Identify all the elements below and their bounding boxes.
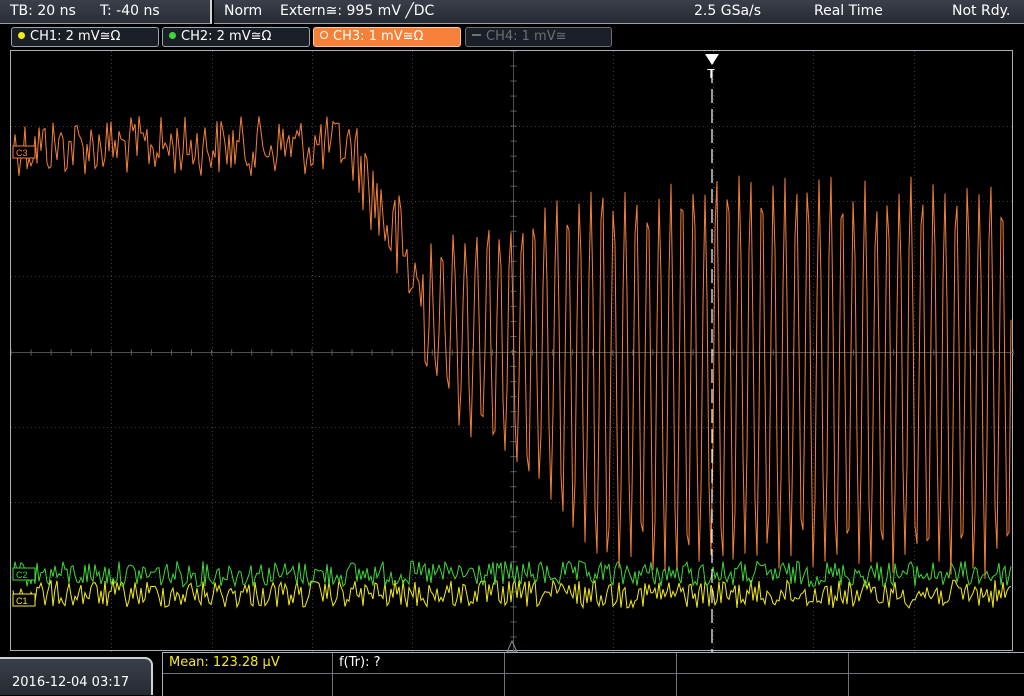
ch4-label: CH4: 1 mV≅ (486, 29, 567, 44)
ch1-trace (12, 578, 1012, 610)
ch2-label: CH2: 2 mV≅Ω (181, 29, 272, 44)
ch1-offset-marker[interactable]: C1 (12, 593, 36, 607)
timebase-readout: TB: 20 ns (10, 3, 76, 19)
ch1-label: CH1: 2 mV≅Ω (30, 29, 121, 44)
sample-rate-readout: 2.5 GSa/s (694, 3, 762, 19)
tab-ch4[interactable]: CH4: 1 mV≅ (465, 27, 612, 47)
acquisition-panel[interactable]: Norm Extern≅: 995 mV ╱DC 2.5 GSa/s Real … (214, 0, 1024, 24)
measurement-slot-6[interactable] (163, 674, 333, 696)
acquisition-mode-readout: Real Time (814, 3, 883, 19)
center-time-marker-icon (506, 639, 518, 652)
tab-ch2[interactable]: CH2: 2 mV≅Ω (162, 27, 310, 47)
measurement-slot-4[interactable] (677, 653, 849, 674)
measurement-slot-8[interactable] (505, 674, 677, 696)
ch4-off-icon (472, 34, 481, 36)
status-bar: TB: 20 ns T: -40 ns Norm Extern≅: 995 mV… (0, 0, 1024, 24)
measurement-rise-frequency[interactable]: f(Tr): ? (333, 653, 505, 674)
measurement-slot-9[interactable] (677, 674, 849, 696)
measurement-slot-3[interactable] (505, 653, 677, 674)
trigger-mode-readout: Norm (224, 3, 263, 19)
tab-ch3[interactable]: CH3: 1 mV≅Ω (313, 27, 461, 47)
waveform-canvas: T C3 C2 C1 (11, 51, 1014, 652)
datetime-readout: 2016-12-04 03:17 (12, 675, 130, 690)
ch3-trace (12, 116, 1012, 579)
measurement-slot-10[interactable] (849, 674, 1024, 696)
ch2-marker-label: C2 (16, 570, 28, 580)
measurement-slot-7[interactable] (333, 674, 505, 696)
ch1-marker-label: C1 (16, 596, 28, 606)
waveform-display[interactable]: T C3 C2 C1 (10, 50, 1014, 652)
ch2-indicator-icon (169, 32, 176, 39)
graticule (11, 51, 1014, 652)
timebase-panel[interactable]: TB: 20 ns T: -40 ns (0, 0, 212, 24)
ch3-offset-marker[interactable]: C3 (12, 145, 36, 159)
ch2-trace (12, 560, 1012, 588)
ch2-offset-marker[interactable]: C2 (12, 567, 36, 581)
ch3-indicator-icon (320, 31, 328, 39)
datetime-panel: 2016-12-04 03:17 (0, 657, 153, 695)
ch3-marker-label: C3 (16, 148, 28, 158)
trigger-arrow-icon[interactable] (705, 54, 719, 65)
tab-ch1[interactable]: CH1: 2 mV≅Ω (11, 27, 159, 47)
measurement-panel[interactable]: Mean: 123.28 µV f(Tr): ? (162, 652, 1024, 696)
trigger-source-readout: Extern≅: 995 mV ╱DC (280, 3, 435, 19)
trigger-time-readout: T: -40 ns (100, 3, 160, 19)
ch3-label: CH3: 1 mV≅Ω (333, 29, 424, 44)
run-status-readout: Not Rdy. (952, 3, 1011, 19)
measurement-mean[interactable]: Mean: 123.28 µV (163, 653, 333, 674)
trigger-marker-label: T (707, 66, 715, 81)
channel-bar: CH1: 2 mV≅Ω CH2: 2 mV≅Ω CH3: 1 mV≅Ω CH4:… (0, 26, 1024, 48)
ch1-indicator-icon (18, 32, 25, 39)
measurement-slot-5[interactable] (849, 653, 1024, 674)
